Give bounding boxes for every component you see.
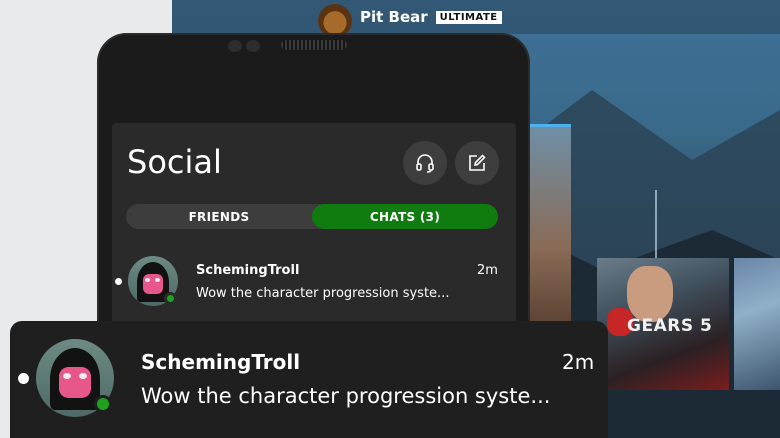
online-status-icon [164,292,177,305]
party-button[interactable] [403,141,447,185]
online-status-icon [94,395,112,413]
gamertag: Pit Bear [360,8,428,26]
headset-icon [416,154,434,173]
game-tile-partial[interactable] [734,258,780,390]
tile-character-art [627,266,673,322]
unread-indicator [18,373,29,384]
phone-sensor-icon [246,40,260,52]
notification-message: Wow the character progression syste... [141,384,551,408]
page-title: Social [127,143,222,181]
chat-sender-name: SchemingTroll [196,263,300,278]
tab-chats[interactable]: CHATS (3) [312,204,498,229]
tab-friends[interactable]: FRIENDS [126,204,312,229]
unread-indicator [115,278,122,285]
game-tile-gears[interactable]: GEARS 5 [597,258,729,390]
notification-timestamp: 2m [562,350,595,374]
social-tabs: FRIENDS CHATS (3) [126,204,498,229]
new-message-button[interactable] [455,141,499,185]
phone-speaker-grille [281,40,347,50]
notification-sender-name: SchemingTroll [141,350,301,374]
ultimate-badge: ULTIMATE [435,10,502,24]
chat-message-preview: Wow the character progression syste... [196,286,450,301]
chat-timestamp: 2m [477,263,498,278]
compose-icon [469,154,486,171]
tile-title: GEARS 5 [627,316,713,336]
gamer-profile[interactable]: Pit Bear ULTIMATE [318,4,502,38]
phone-camera-icon [228,40,242,52]
game-tile-halo[interactable] [524,124,571,330]
